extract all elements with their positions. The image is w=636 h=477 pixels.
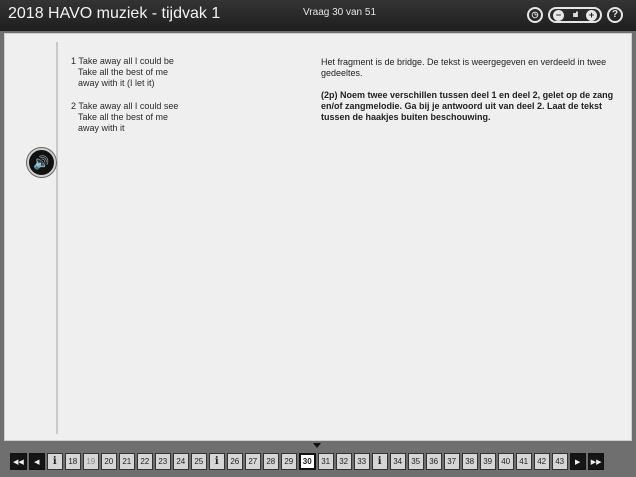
- question-23-button[interactable]: 23: [154, 453, 171, 470]
- question-intro: Het fragment is de bridge. De tekst is w…: [321, 57, 607, 78]
- current-question-marker: [313, 443, 321, 448]
- question-28-button[interactable]: 28: [262, 453, 279, 470]
- lyrics-panel: 1 Take away all I could be Take all the …: [71, 56, 281, 146]
- volume-down-icon[interactable]: −: [553, 9, 564, 21]
- question-30-button[interactable]: 30: [298, 453, 316, 470]
- last-page-button[interactable]: ▶▶: [587, 453, 605, 470]
- titlebar: 2018 HAVO muziek - tijdvak 1 Vraag 30 va…: [0, 0, 636, 31]
- divider: [56, 42, 58, 434]
- question-panel: Het fragment is de bridge. De tekst is w…: [321, 57, 621, 123]
- info-button[interactable]: i: [46, 453, 63, 470]
- question-38-button[interactable]: 38: [461, 453, 478, 470]
- question-29-button[interactable]: 29: [280, 453, 297, 470]
- audio-play-button[interactable]: 🔊: [27, 148, 56, 177]
- question-33-button[interactable]: 33: [353, 453, 370, 470]
- clock-icon[interactable]: ◷: [527, 7, 543, 23]
- lyric-line: 2 Take away all I could see: [71, 101, 179, 111]
- question-19-button[interactable]: 19: [82, 453, 99, 470]
- next-page-button[interactable]: ▶: [569, 453, 586, 470]
- app-title: 2018 HAVO muziek - tijdvak 1: [8, 5, 221, 22]
- question-42-button[interactable]: 42: [533, 453, 550, 470]
- info-button[interactable]: i: [208, 453, 225, 470]
- first-page-button[interactable]: ◀◀: [10, 453, 27, 470]
- question-27-button[interactable]: 27: [244, 453, 261, 470]
- lyric-line: away with it: [78, 123, 125, 133]
- question-37-button[interactable]: 37: [443, 453, 460, 470]
- question-36-button[interactable]: 36: [425, 453, 442, 470]
- volume-level-icon: ıııll: [572, 11, 579, 19]
- lyric-line: 1 Take away all I could be: [71, 56, 174, 66]
- question-content: 🔊 1 Take away all I could be Take all th…: [4, 33, 632, 441]
- lyrics-part-1: 1 Take away all I could be Take all the …: [71, 56, 281, 89]
- question-31-button[interactable]: 31: [317, 453, 334, 470]
- question-text: (2p) Noem twee verschillen tussen deel 1…: [321, 90, 614, 122]
- help-button[interactable]: ?: [607, 7, 623, 23]
- question-18-button[interactable]: 18: [64, 453, 81, 470]
- question-41-button[interactable]: 41: [515, 453, 532, 470]
- question-35-button[interactable]: 35: [407, 453, 424, 470]
- question-32-button[interactable]: 32: [335, 453, 352, 470]
- question-counter: Vraag 30 van 51: [303, 7, 377, 18]
- question-22-button[interactable]: 22: [136, 453, 153, 470]
- volume-control[interactable]: − ıııll +: [548, 7, 602, 23]
- lyric-line: Take all the best of me: [78, 67, 169, 77]
- question-24-button[interactable]: 24: [172, 453, 189, 470]
- lyrics-part-2: 2 Take away all I could see Take all the…: [71, 101, 281, 134]
- speaker-icon: 🔊: [33, 154, 50, 170]
- question-39-button[interactable]: 39: [479, 453, 496, 470]
- lyric-line: Take all the best of me: [78, 112, 169, 122]
- info-button[interactable]: i: [371, 453, 388, 470]
- question-20-button[interactable]: 20: [100, 453, 117, 470]
- question-43-button[interactable]: 43: [551, 453, 568, 470]
- question-40-button[interactable]: 40: [497, 453, 514, 470]
- question-25-button[interactable]: 25: [190, 453, 207, 470]
- question-nav-row: ◀◀ ◀ i 18 19 20 21 22 23 24 25 i 26 27 28 29 30 31 32 33 i 34…: [10, 453, 605, 470]
- volume-up-icon[interactable]: +: [585, 9, 597, 21]
- prev-page-button[interactable]: ◀: [28, 453, 45, 470]
- question-navigation: ◀◀ ◀ i 18 19 20 21 22 23 24 25 i 26 27 28 29 30 31 32 33 i 34…: [0, 443, 636, 477]
- question-21-button[interactable]: 21: [118, 453, 135, 470]
- question-26-button[interactable]: 26: [226, 453, 243, 470]
- lyric-line: away with it (I let it): [78, 78, 155, 88]
- question-34-button[interactable]: 34: [389, 453, 406, 470]
